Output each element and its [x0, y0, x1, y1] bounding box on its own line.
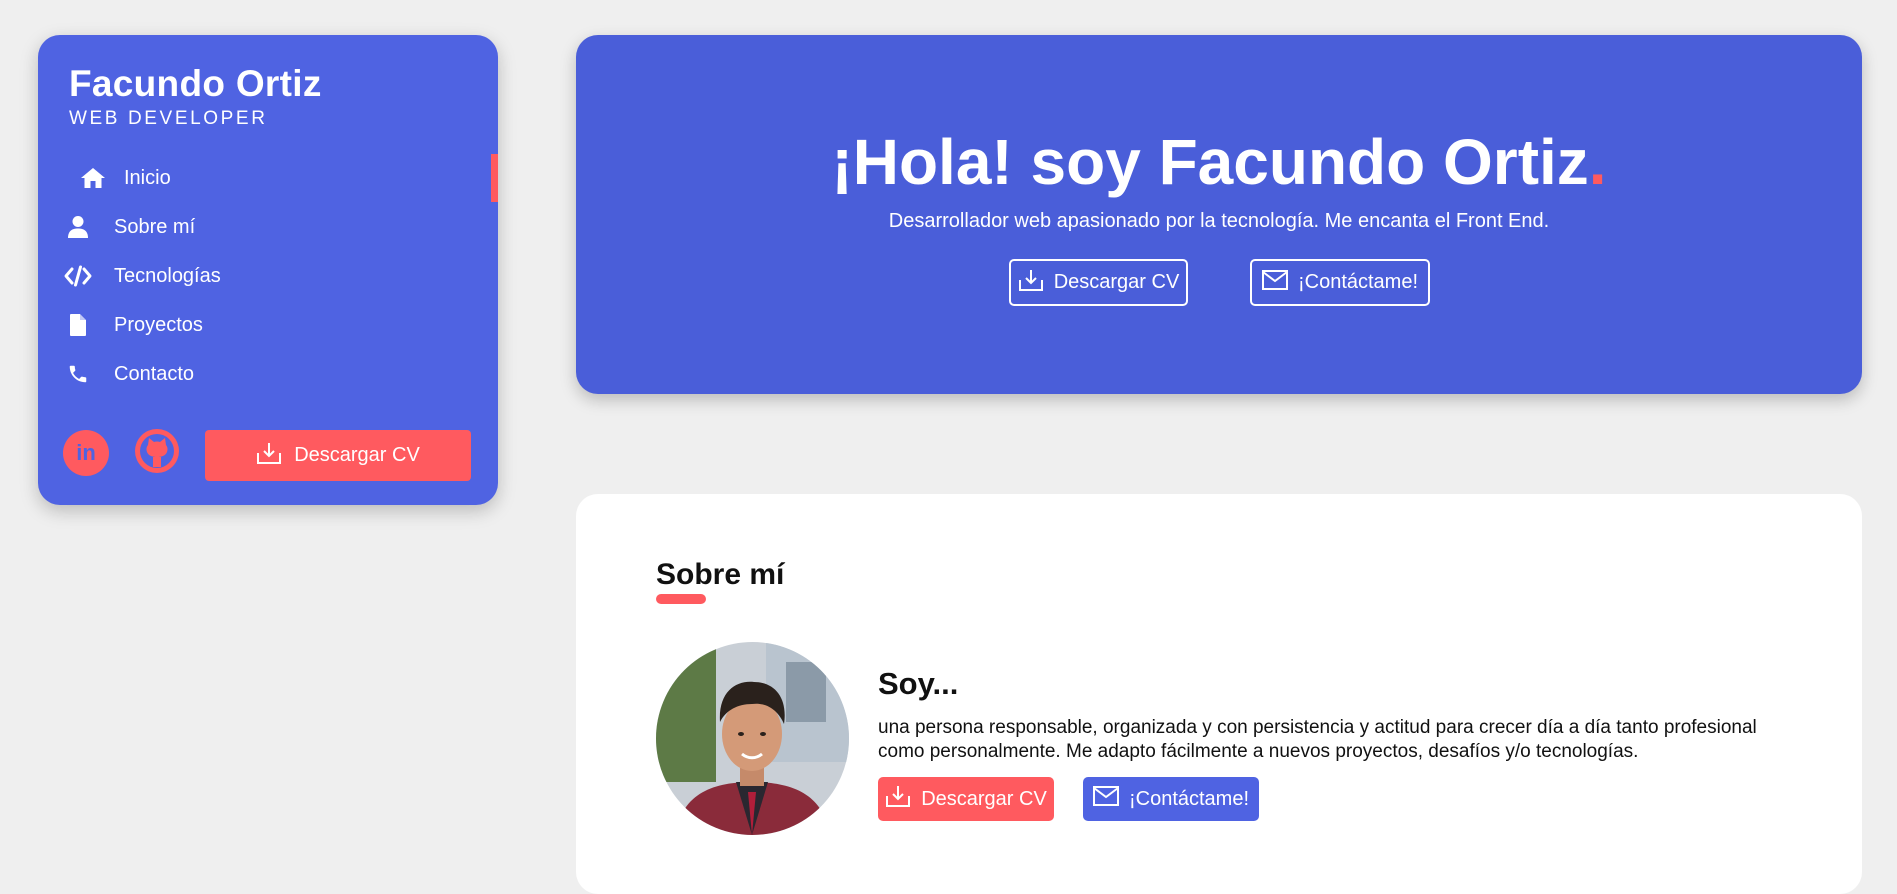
- sidebar-item-tecnologias[interactable]: Tecnologías: [38, 252, 498, 300]
- home-icon: [79, 164, 107, 192]
- about-download-cv-label: Descargar CV: [921, 787, 1047, 810]
- hero-contact-button[interactable]: ¡Contáctame!: [1250, 259, 1430, 306]
- sidebar-download-cv-button[interactable]: Descargar CV: [205, 430, 471, 481]
- about-download-cv-button[interactable]: Descargar CV: [878, 777, 1054, 821]
- linkedin-icon: in: [76, 440, 96, 465]
- hero-section: ¡Hola! soy Facundo Ortiz. Desarrollador …: [576, 35, 1862, 394]
- hero-download-cv-label: Descargar CV: [1053, 271, 1180, 293]
- hero-subtitle: Desarrollador web apasionado por la tecn…: [888, 210, 1550, 232]
- about-description: una persona responsable, organizada y co…: [878, 717, 1757, 762]
- hero-contact-label: ¡Contáctame!: [1297, 271, 1419, 293]
- mail-icon: [1261, 269, 1298, 296]
- sidebar-item-label: Tecnologías: [114, 264, 221, 287]
- download-icon: [1018, 268, 1054, 298]
- sidebar-download-cv-label: Descargar CV: [294, 444, 420, 466]
- hero-title: ¡Hola! soy Facundo Ortiz.: [576, 125, 1862, 199]
- file-icon: [64, 311, 92, 339]
- about-section: Sobre mí Soy... una persona responsable,…: [576, 494, 1862, 894]
- code-icon: [64, 262, 92, 290]
- hero-title-text: ¡Hola! soy Facundo Ortiz: [831, 126, 1589, 198]
- about-title-underline: [656, 594, 706, 604]
- hero-title-dot: .: [1588, 126, 1607, 198]
- sidebar-item-label: Proyectos: [114, 313, 203, 336]
- active-nav-indicator: [491, 154, 498, 202]
- sidebar-item-proyectos[interactable]: Proyectos: [38, 301, 498, 349]
- avatar: [656, 642, 849, 835]
- sidebar-item-label: Inicio: [124, 166, 171, 189]
- sidebar-item-label: Sobre mí: [114, 215, 196, 238]
- download-icon: [885, 784, 921, 814]
- github-link[interactable]: [134, 428, 180, 479]
- linkedin-link[interactable]: in: [63, 430, 109, 476]
- sidebar-item-inicio[interactable]: Inicio: [38, 154, 498, 202]
- sidebar: Facundo Ortiz WEB DEVELOPER Inicio Sobre…: [38, 35, 498, 505]
- mail-icon: [1092, 786, 1129, 812]
- about-contact-label: ¡Contáctame!: [1128, 787, 1250, 810]
- sidebar-role: WEB DEVELOPER: [69, 108, 268, 129]
- sidebar-item-sobre-mi[interactable]: Sobre mí: [38, 203, 498, 251]
- user-icon: [64, 213, 92, 241]
- about-contact-button[interactable]: ¡Contáctame!: [1083, 777, 1259, 821]
- sidebar-item-label: Contacto: [114, 362, 195, 385]
- sidebar-item-contacto[interactable]: Contacto: [38, 350, 498, 398]
- about-title: Sobre mí: [656, 558, 785, 591]
- download-icon: [256, 441, 294, 471]
- about-heading: Soy...: [878, 666, 959, 701]
- hero-download-cv-button[interactable]: Descargar CV: [1009, 259, 1188, 306]
- github-icon: [134, 428, 180, 479]
- phone-icon: [64, 360, 92, 388]
- sidebar-name: Facundo Ortiz: [69, 63, 322, 104]
